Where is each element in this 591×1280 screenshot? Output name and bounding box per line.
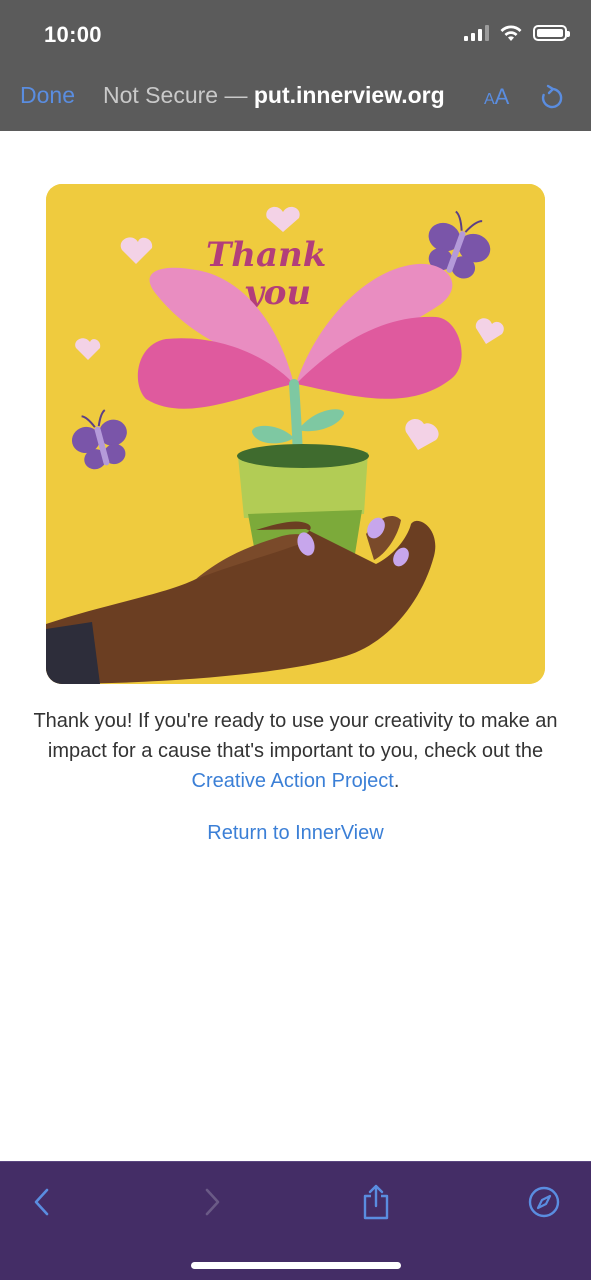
safari-button[interactable]: [524, 1182, 564, 1222]
wifi-icon: [500, 25, 522, 41]
cellular-signal-icon: [464, 25, 489, 41]
compass-icon: [528, 1186, 560, 1218]
status-icons: [464, 24, 570, 42]
svg-text:Thank: Thank: [206, 235, 326, 275]
home-indicator[interactable]: [191, 1262, 401, 1269]
text-size-button[interactable]: AA: [484, 84, 509, 110]
browser-nav-row: Done Not Secure — put.innerview.org AA: [0, 78, 591, 118]
message-end: .: [393, 770, 400, 792]
address-bar[interactable]: Not Secure — put.innerview.org: [103, 82, 445, 109]
battery-icon: [533, 25, 570, 41]
back-button[interactable]: [22, 1182, 62, 1222]
thank-you-art: Thank you: [46, 184, 545, 684]
share-icon: [363, 1184, 389, 1220]
reload-icon[interactable]: [538, 84, 566, 112]
status-time: 10:00: [44, 22, 102, 47]
done-button[interactable]: Done: [20, 82, 75, 109]
thank-you-message: Thank you! If you're ready to use your c…: [20, 706, 571, 796]
forward-icon: [205, 1188, 220, 1216]
return-to-innerview-link[interactable]: Return to InnerView: [0, 822, 591, 845]
creative-action-project-link[interactable]: Creative Action Project: [192, 770, 394, 792]
back-icon: [34, 1188, 49, 1216]
browser-header: 10:00 Done Not Secure — put.innerview.or…: [0, 0, 591, 131]
message-text: Thank you! If you're ready to use your c…: [33, 710, 558, 762]
thank-you-illustration: Thank you: [46, 184, 545, 684]
forward-button[interactable]: [192, 1182, 232, 1222]
domain-label: put.innerview.org: [253, 82, 445, 108]
security-label: Not Secure —: [103, 82, 248, 108]
share-button[interactable]: [356, 1182, 396, 1222]
